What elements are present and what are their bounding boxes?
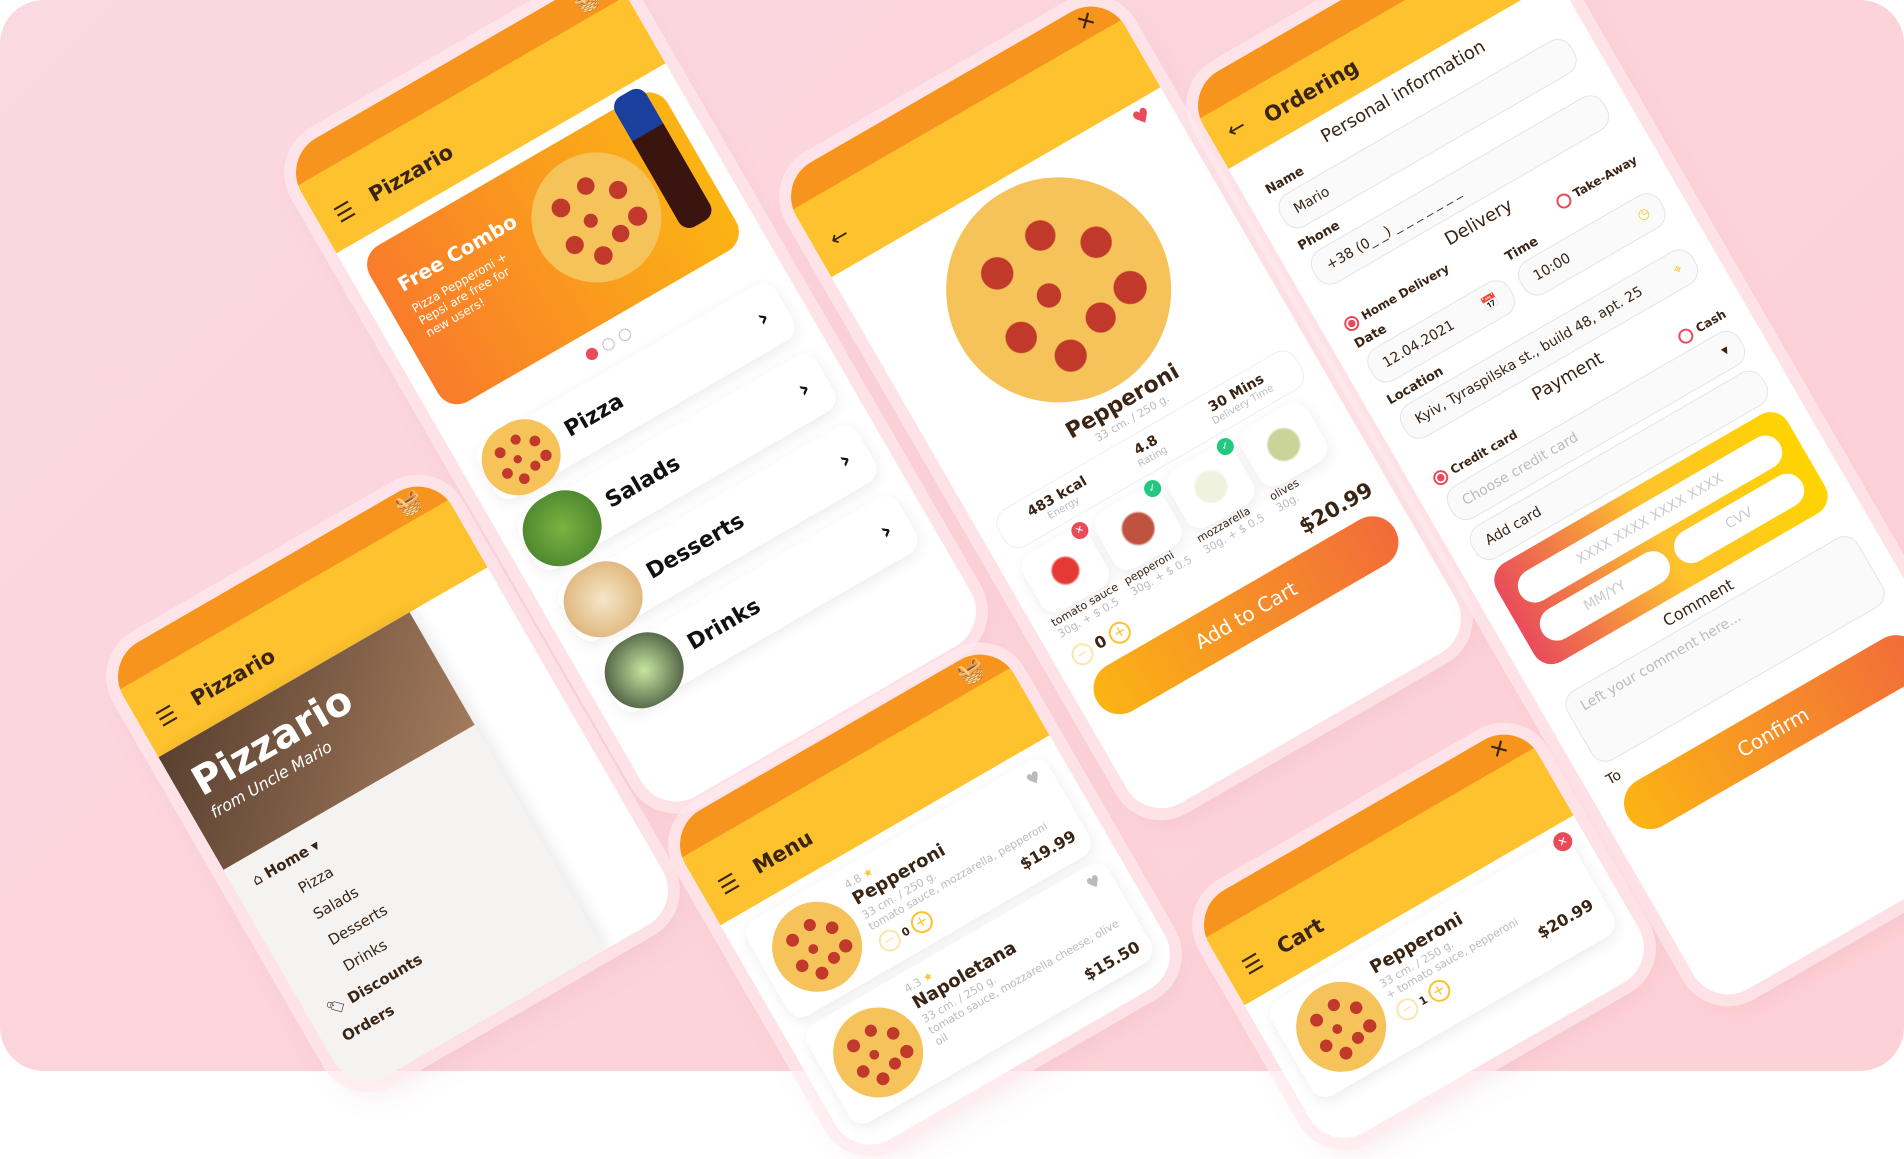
minus-icon[interactable]: − (1067, 639, 1098, 670)
calendar-icon[interactable]: 📅 (1479, 291, 1502, 314)
menu-icon[interactable]: ☰ (1239, 949, 1269, 981)
location-pin-icon[interactable]: ⌖ (1671, 261, 1686, 279)
close-icon[interactable]: ✕ (1486, 734, 1514, 765)
clock-icon[interactable]: ◷ (1634, 204, 1653, 224)
dropdown-arrow-icon: ▾ (1718, 342, 1733, 360)
back-arrow-icon[interactable]: ← (826, 222, 854, 253)
plus-icon[interactable]: + (1105, 617, 1136, 648)
heart-icon[interactable]: ♥ (1128, 102, 1156, 132)
chevron-right-icon: › (874, 516, 898, 546)
canvas: 🧺 ☰ Pizzario Pizzario from Uncle Mario ⌂… (0, 0, 1904, 1159)
chevron-right-icon: › (792, 374, 816, 404)
chevron-right-icon: › (751, 303, 775, 333)
menu-icon[interactable]: ☰ (715, 869, 745, 901)
back-arrow-icon[interactable]: ← (1223, 113, 1251, 144)
chevron-right-icon: › (833, 445, 857, 475)
menu-icon[interactable]: ☰ (331, 197, 361, 229)
check-icon[interactable]: ✓ (1213, 434, 1237, 459)
close-icon[interactable]: ✕ (1073, 6, 1101, 37)
remove-icon[interactable]: ✕ (1068, 518, 1092, 543)
basket-icon[interactable]: 🧺 (570, 0, 606, 18)
page-title: Menu (748, 825, 818, 879)
check-icon[interactable]: ✓ (1140, 476, 1165, 501)
basket-icon[interactable]: 🧺 (954, 654, 990, 689)
menu-icon[interactable]: ☰ (153, 701, 183, 733)
page-title: Cart (1272, 913, 1328, 959)
basket-icon[interactable]: 🧺 (392, 486, 428, 521)
